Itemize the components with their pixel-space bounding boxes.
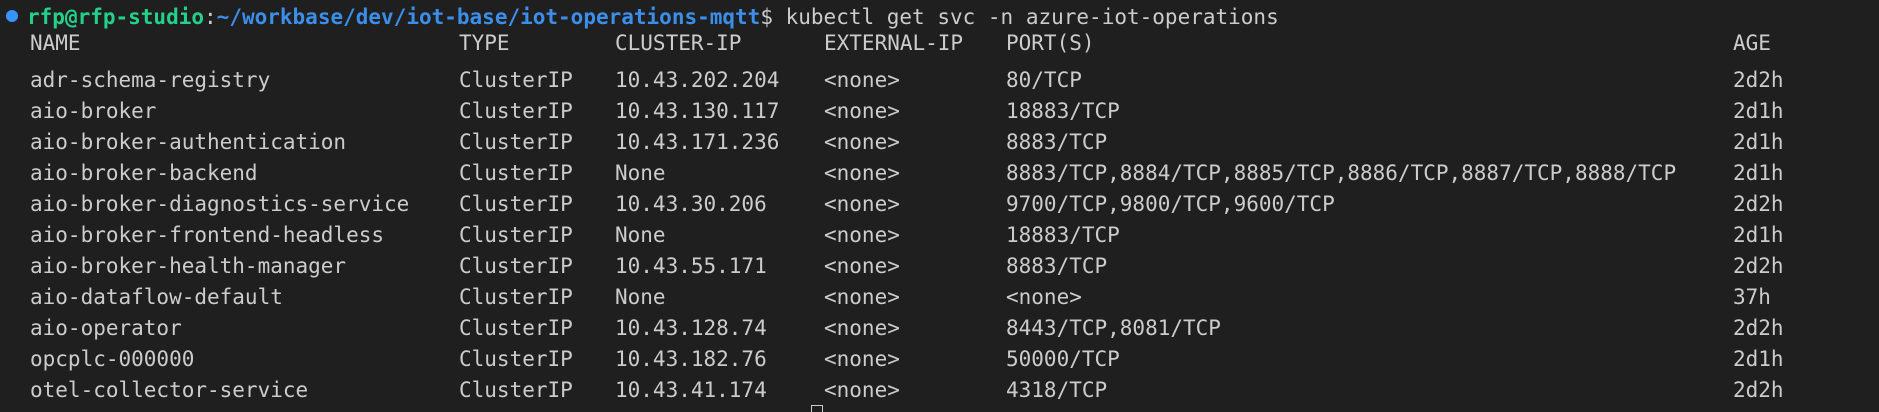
terminal-cursor — [811, 405, 823, 412]
service-age: 2d2h — [1733, 192, 1784, 216]
service-ports: <none> — [1006, 285, 1082, 309]
table-row: aio-operator ClusterIP 10.43.128.74 <non… — [0, 313, 1879, 344]
service-type: ClusterIP — [459, 378, 573, 402]
table-row: aio-broker-frontend-headless ClusterIP N… — [0, 220, 1879, 251]
service-external-ip: <none> — [824, 192, 900, 216]
service-external-ip: <none> — [824, 347, 900, 371]
service-cluster-ip: 10.43.128.74 — [615, 316, 767, 340]
service-cluster-ip: 10.43.130.117 — [615, 99, 780, 123]
header-cluster-ip: CLUSTER-IP — [615, 31, 742, 55]
header-type: TYPE — [459, 31, 510, 55]
table-row: aio-broker-health-manager ClusterIP 10.4… — [0, 251, 1879, 282]
prompt-dollar: $ — [760, 5, 773, 29]
service-age: 2d1h — [1733, 223, 1784, 247]
prompt-path: ~/workbase/dev/iot-base/iot-operations-m… — [216, 5, 761, 29]
service-name: aio-broker-frontend-headless — [30, 223, 385, 247]
service-cluster-ip: 10.43.171.236 — [615, 130, 780, 154]
service-ports: 8883/TCP,8884/TCP,8885/TCP,8886/TCP,8887… — [1006, 161, 1677, 185]
service-ports: 8883/TCP — [1006, 254, 1108, 278]
service-cluster-ip: 10.43.41.174 — [615, 378, 767, 402]
service-age: 2d2h — [1733, 316, 1784, 340]
service-ports: 50000/TCP — [1006, 347, 1120, 371]
table-row: aio-broker-authentication ClusterIP 10.4… — [0, 127, 1879, 158]
service-external-ip: <none> — [824, 378, 900, 402]
table-header-row: NAME TYPE CLUSTER-IP EXTERNAL-IP PORT(S)… — [0, 28, 1879, 59]
service-type: ClusterIP — [459, 192, 573, 216]
service-name: otel-collector-service — [30, 378, 309, 402]
service-ports: 18883/TCP — [1006, 99, 1120, 123]
service-ports: 8883/TCP — [1006, 130, 1108, 154]
table-row: opcplc-000000 ClusterIP 10.43.182.76 <no… — [0, 344, 1879, 375]
command-decoration-icon[interactable] — [6, 10, 18, 22]
service-cluster-ip: None — [615, 223, 666, 247]
header-ports: PORT(S) — [1006, 31, 1095, 55]
service-name: adr-schema-registry — [30, 68, 271, 92]
service-ports: 80/TCP — [1006, 68, 1082, 92]
service-type: ClusterIP — [459, 316, 573, 340]
service-external-ip: <none> — [824, 99, 900, 123]
table-row: aio-broker-backend ClusterIP None <none>… — [0, 158, 1879, 189]
service-name: aio-broker-authentication — [30, 130, 347, 154]
service-external-ip: <none> — [824, 130, 900, 154]
service-age: 2d1h — [1733, 99, 1784, 123]
service-age: 37h — [1733, 285, 1771, 309]
prompt-command: kubectl get svc -n azure-iot-operations — [772, 5, 1279, 29]
service-name: aio-broker — [30, 99, 157, 123]
table-row: adr-schema-registry ClusterIP 10.43.202.… — [0, 65, 1879, 96]
header-external-ip: EXTERNAL-IP — [824, 31, 964, 55]
service-name: aio-broker-health-manager — [30, 254, 347, 278]
service-cluster-ip: 10.43.55.171 — [615, 254, 767, 278]
service-age: 2d1h — [1733, 347, 1784, 371]
service-ports: 4318/TCP — [1006, 378, 1108, 402]
service-ports: 18883/TCP — [1006, 223, 1120, 247]
service-age: 2d1h — [1733, 130, 1784, 154]
service-name: aio-broker-backend — [30, 161, 258, 185]
header-name: NAME — [30, 31, 81, 55]
service-ports: 8443/TCP,8081/TCP — [1006, 316, 1221, 340]
service-name: aio-broker-diagnostics-service — [30, 192, 410, 216]
service-cluster-ip: None — [615, 161, 666, 185]
service-age: 2d1h — [1733, 161, 1784, 185]
service-external-ip: <none> — [824, 161, 900, 185]
service-ports: 9700/TCP,9800/TCP,9600/TCP — [1006, 192, 1335, 216]
service-external-ip: <none> — [824, 316, 900, 340]
table-row: aio-dataflow-default ClusterIP None <non… — [0, 282, 1879, 313]
prompt-colon: : — [204, 5, 217, 29]
table-row: aio-broker ClusterIP 10.43.130.117 <none… — [0, 96, 1879, 127]
table-row: aio-broker-diagnostics-service ClusterIP… — [0, 189, 1879, 220]
service-name: aio-operator — [30, 316, 182, 340]
service-type: ClusterIP — [459, 285, 573, 309]
header-age: AGE — [1733, 31, 1771, 55]
service-type: ClusterIP — [459, 223, 573, 247]
service-type: ClusterIP — [459, 254, 573, 278]
service-external-ip: <none> — [824, 68, 900, 92]
service-cluster-ip: 10.43.202.204 — [615, 68, 780, 92]
terminal-panel[interactable]: rfp@rfp-studio:~/workbase/dev/iot-base/i… — [0, 0, 1879, 412]
service-age: 2d2h — [1733, 378, 1784, 402]
service-external-ip: <none> — [824, 285, 900, 309]
table-row: otel-collector-service ClusterIP 10.43.4… — [0, 375, 1879, 406]
prompt-user-host: rfp@rfp-studio — [27, 5, 205, 29]
service-external-ip: <none> — [824, 254, 900, 278]
service-cluster-ip: 10.43.30.206 — [615, 192, 767, 216]
service-age: 2d2h — [1733, 68, 1784, 92]
service-cluster-ip: None — [615, 285, 666, 309]
service-type: ClusterIP — [459, 161, 573, 185]
service-name: opcplc-000000 — [30, 347, 195, 371]
service-age: 2d2h — [1733, 254, 1784, 278]
service-external-ip: <none> — [824, 223, 900, 247]
service-type: ClusterIP — [459, 68, 573, 92]
service-type: ClusterIP — [459, 347, 573, 371]
service-cluster-ip: 10.43.182.76 — [615, 347, 767, 371]
service-type: ClusterIP — [459, 130, 573, 154]
service-name: aio-dataflow-default — [30, 285, 283, 309]
service-type: ClusterIP — [459, 99, 573, 123]
